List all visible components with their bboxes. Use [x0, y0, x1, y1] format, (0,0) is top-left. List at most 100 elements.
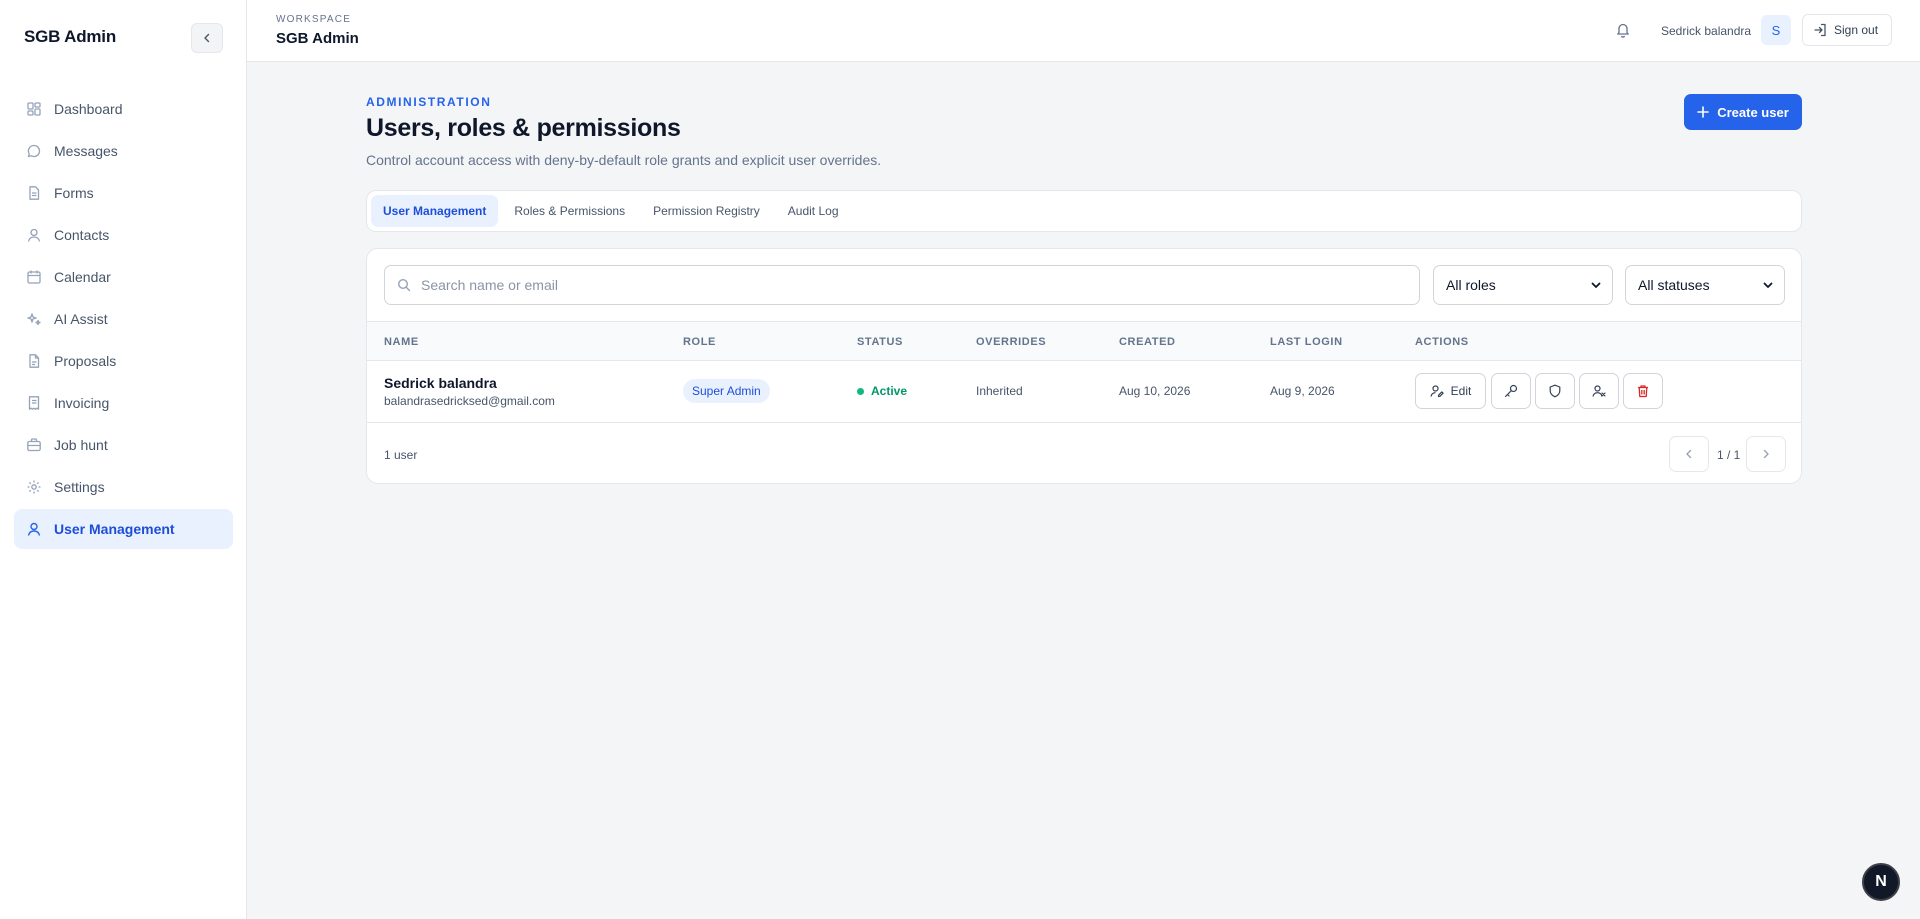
search-field[interactable] — [384, 265, 1420, 305]
sidebar-item-label: Settings — [54, 479, 105, 495]
status-filter-value: All statuses — [1638, 277, 1710, 293]
avatar[interactable]: S — [1761, 15, 1791, 45]
role-filter-select[interactable]: All roles — [1433, 265, 1613, 305]
plus-icon — [1697, 106, 1710, 118]
last-login-date: Aug 9, 2026 — [1270, 384, 1335, 398]
page-eyebrow: ADMINISTRATION — [366, 95, 492, 109]
chevron-left-icon — [204, 33, 210, 43]
document-icon — [26, 185, 42, 201]
sidebar-item-proposals[interactable]: Proposals — [14, 341, 233, 381]
overrides-value: Inherited — [976, 384, 1023, 398]
sidebar-item-dashboard[interactable]: Dashboard — [14, 89, 233, 129]
user-icon — [26, 227, 42, 243]
sidebar-item-label: AI Assist — [54, 311, 108, 327]
permissions-button[interactable] — [1535, 373, 1575, 409]
create-user-button[interactable]: Create user — [1684, 94, 1802, 130]
sidebar-item-label: User Management — [54, 521, 175, 537]
status-dot — [857, 387, 864, 395]
tab-roles-permissions[interactable]: Roles & Permissions — [502, 195, 637, 227]
sidebar-item-messages[interactable]: Messages — [14, 131, 233, 171]
sparkles-icon — [26, 311, 42, 327]
sign-out-icon — [1813, 23, 1827, 37]
users-card: All roles All statuses NAME ROLE STATUS … — [366, 248, 1802, 484]
status-filter-select[interactable]: All statuses — [1625, 265, 1785, 305]
top-bar: WORKSPACE SGB Admin Sedrick balandra S S… — [247, 0, 1920, 62]
next-page-button[interactable] — [1746, 436, 1786, 472]
role-filter-value: All roles — [1446, 277, 1496, 293]
gear-icon — [26, 479, 42, 495]
file-icon — [26, 353, 42, 369]
nextjs-dev-badge[interactable]: N — [1862, 863, 1900, 901]
collapse-sidebar-button[interactable] — [191, 23, 223, 53]
grid-icon — [26, 101, 42, 117]
chevron-left-icon — [1683, 448, 1695, 460]
trash-icon — [1636, 384, 1650, 398]
tab-bar: User Management Roles & Permissions Perm… — [366, 190, 1802, 232]
create-user-label: Create user — [1717, 104, 1789, 120]
key-icon — [1504, 384, 1518, 398]
sign-out-button[interactable]: Sign out — [1802, 14, 1892, 46]
shield-icon — [1548, 384, 1562, 398]
sidebar: SGB Admin Dashboard Messages Forms Conta… — [0, 0, 247, 919]
sidebar-item-label: Forms — [54, 185, 94, 201]
column-header-name: NAME — [384, 336, 419, 348]
page-subtitle: Control account access with deny-by-defa… — [366, 152, 882, 168]
page-title: Users, roles & permissions — [366, 114, 681, 142]
chevron-down-icon — [1762, 279, 1774, 291]
user-email: balandrasedricksed@gmail.com — [384, 394, 555, 408]
sidebar-item-label: Dashboard — [54, 101, 123, 117]
column-header-actions: ACTIONS — [1415, 336, 1469, 348]
status-label: Active — [871, 384, 908, 398]
sidebar-item-ai-assist[interactable]: AI Assist — [14, 299, 233, 339]
user-x-icon — [1592, 384, 1606, 398]
sidebar-item-forms[interactable]: Forms — [14, 173, 233, 213]
sidebar-item-contacts[interactable]: Contacts — [14, 215, 233, 255]
sidebar-item-invoicing[interactable]: Invoicing — [14, 383, 233, 423]
column-header-created: CREATED — [1119, 336, 1176, 348]
table-row: Sedrick balandra balandrasedricksed@gmai… — [367, 361, 1801, 423]
sidebar-item-label: Invoicing — [54, 395, 110, 411]
search-input[interactable] — [421, 277, 1321, 293]
edit-label: Edit — [1450, 384, 1472, 398]
calendar-icon — [26, 269, 42, 285]
brand-title: SGB Admin — [24, 27, 117, 46]
deactivate-user-button[interactable] — [1579, 373, 1619, 409]
column-header-role: ROLE — [683, 336, 716, 348]
user-icon — [26, 521, 42, 537]
page-indicator: 1 / 1 — [1717, 448, 1741, 462]
sidebar-nav: Dashboard Messages Forms Contacts Calend… — [14, 89, 233, 551]
sidebar-item-settings[interactable]: Settings — [14, 467, 233, 507]
edit-user-button[interactable]: Edit — [1415, 373, 1486, 409]
user-name: Sedrick balandra — [384, 375, 497, 391]
status-badge: Active — [857, 384, 907, 398]
workspace-name: SGB Admin — [276, 30, 359, 47]
created-date: Aug 10, 2026 — [1119, 384, 1191, 398]
chevron-down-icon — [1590, 279, 1602, 291]
chevron-right-icon — [1760, 448, 1772, 460]
table-header: NAME ROLE STATUS OVERRIDES CREATED LAST … — [367, 321, 1801, 361]
previous-page-button[interactable] — [1669, 436, 1709, 472]
reset-password-button[interactable] — [1491, 373, 1531, 409]
tab-permission-registry[interactable]: Permission Registry — [641, 195, 772, 227]
column-header-last-login: LAST LOGIN — [1270, 336, 1343, 348]
sidebar-item-job-hunt[interactable]: Job hunt — [14, 425, 233, 465]
user-edit-icon — [1430, 384, 1444, 398]
receipt-icon — [26, 395, 42, 411]
current-user-name: Sedrick balandra — [1661, 24, 1752, 38]
bell-icon[interactable] — [1615, 21, 1631, 38]
sign-out-label: Sign out — [1834, 23, 1879, 37]
tab-user-management[interactable]: User Management — [371, 195, 499, 227]
sidebar-item-user-management[interactable]: User Management — [14, 509, 233, 549]
column-header-overrides: OVERRIDES — [976, 336, 1047, 348]
tab-audit-log[interactable]: Audit Log — [776, 195, 851, 227]
briefcase-icon — [26, 437, 42, 453]
column-header-status: STATUS — [857, 336, 903, 348]
user-count: 1 user — [384, 448, 418, 462]
sidebar-item-calendar[interactable]: Calendar — [14, 257, 233, 297]
workspace-label: WORKSPACE — [276, 14, 352, 25]
delete-user-button[interactable] — [1623, 373, 1663, 409]
sidebar-item-label: Job hunt — [54, 437, 108, 453]
search-icon — [397, 278, 411, 292]
sidebar-item-label: Messages — [54, 143, 118, 159]
sidebar-item-label: Calendar — [54, 269, 111, 285]
